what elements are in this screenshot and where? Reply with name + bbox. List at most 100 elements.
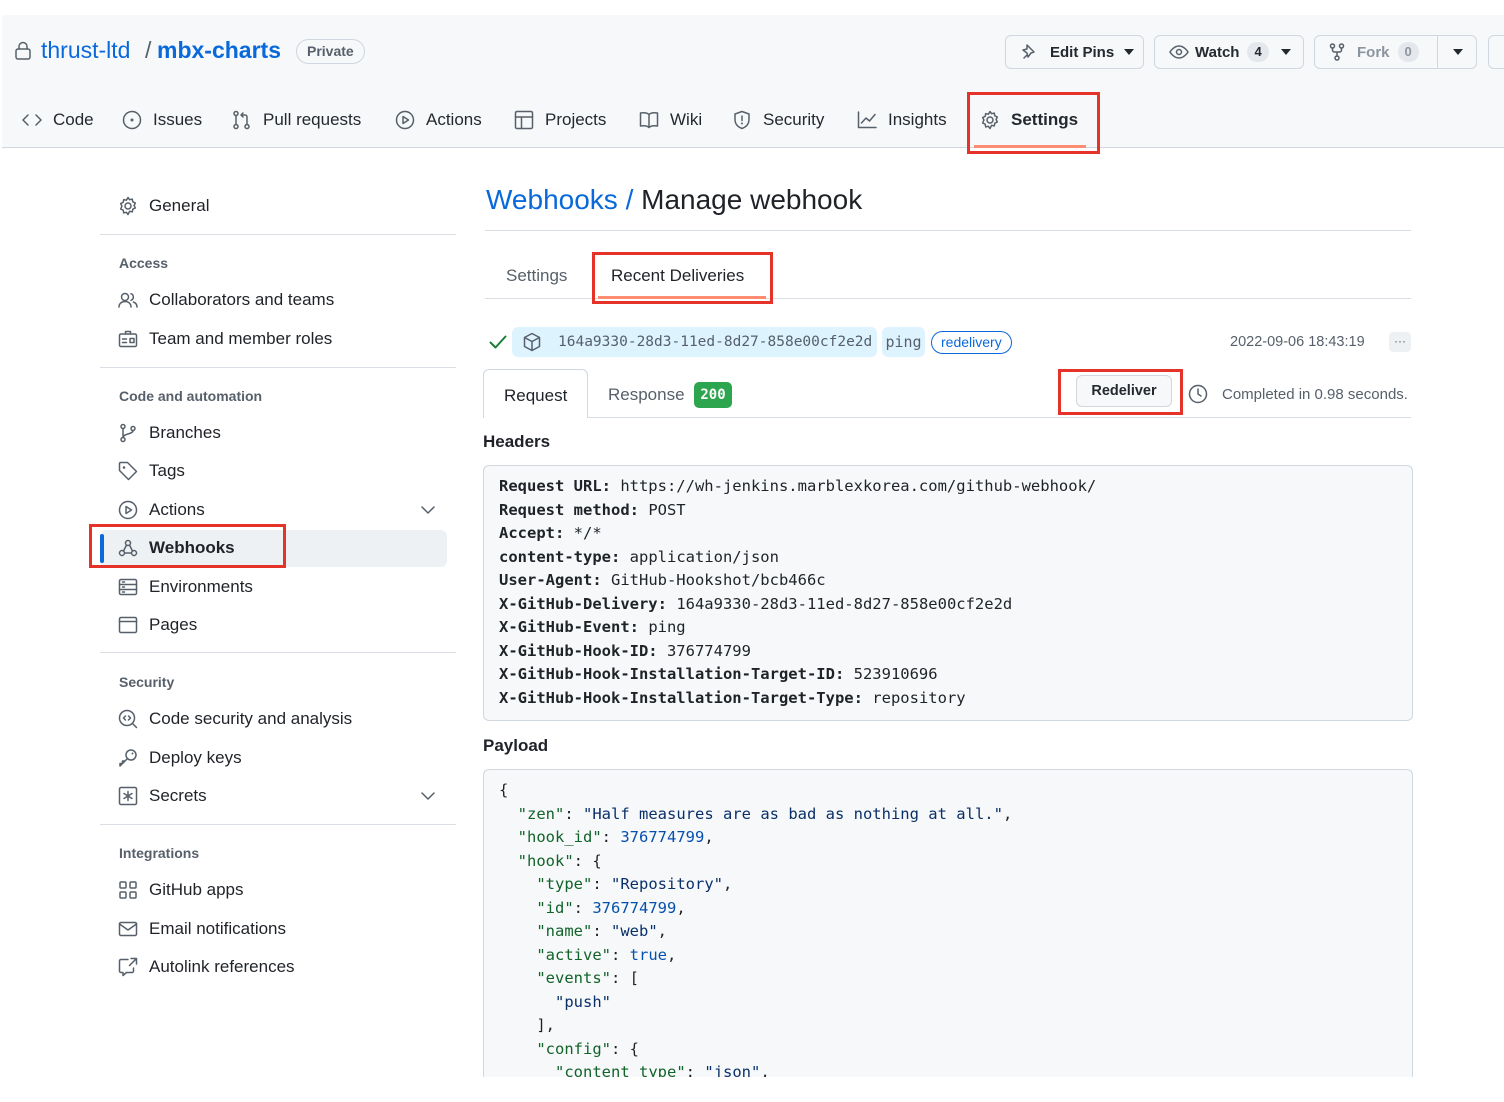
sidebar-item-label: Webhooks — [149, 538, 235, 557]
pin-icon — [1020, 43, 1040, 61]
repo-owner-link[interactable]: thrust-ltd — [41, 37, 130, 64]
sidebar-item-label: Branches — [149, 423, 221, 442]
payload-line: "config": { — [536, 1039, 639, 1058]
tab-label: Projects — [545, 110, 607, 129]
sidebar-item-webhooks[interactable]: Webhooks — [118, 533, 235, 563]
header-value: POST — [638, 500, 686, 519]
tab-label: Pull requests — [263, 110, 362, 129]
request-tab[interactable]: Request — [483, 369, 588, 418]
fork-dropdown[interactable] — [1437, 35, 1477, 69]
sidebar-item-tags[interactable]: Tags — [118, 456, 185, 486]
payload-line: "name": "web", — [536, 922, 668, 940]
tab-actions[interactable]: Actions — [395, 104, 482, 136]
repo-name-link[interactable]: mbx-charts — [157, 37, 281, 64]
headers-block: Request URL: https://wh-jenkins.marblexk… — [483, 465, 1413, 721]
chevron-down-icon[interactable] — [421, 792, 446, 800]
sidebar-item-autolink-references[interactable]: Autolink references — [118, 952, 295, 982]
payload-line: "hook_id": 376774799, — [517, 828, 714, 846]
tab-label: Wiki — [670, 110, 703, 129]
star-button-partial[interactable] — [1488, 35, 1504, 69]
more-options-button[interactable]: ··· — [1389, 332, 1411, 352]
response-tab[interactable]: Response — [608, 385, 685, 405]
header-line: Request URL: https://wh-jenkins.marblexk… — [499, 477, 1412, 501]
tab-projects[interactable]: Projects — [514, 104, 606, 136]
tab-wiki[interactable]: Wiki — [639, 104, 702, 136]
subtab-settings[interactable]: Settings — [506, 266, 567, 286]
tag-icon — [118, 461, 149, 481]
payload-line: "push" — [555, 992, 611, 1011]
header-key: Request method: — [499, 500, 639, 519]
header-key: X-GitHub-Hook-Installation-Target-ID: — [499, 665, 845, 683]
breadcrumb-webhooks-link[interactable]: Webhooks — [486, 184, 618, 215]
issue-icon — [122, 110, 153, 130]
payload-line: "content_type": "json", — [555, 1063, 770, 1077]
sidebar-item-branches[interactable]: Branches — [118, 418, 221, 448]
header-key: User-Agent: — [499, 571, 602, 589]
header-key: Accept: — [499, 524, 565, 542]
header-value: GitHub-Hookshot/bcb466c — [601, 571, 826, 589]
gear-icon — [980, 110, 1011, 130]
package-icon — [522, 332, 542, 352]
chevron-down-icon[interactable] — [421, 506, 446, 514]
response-status-badge: 200 — [694, 382, 732, 408]
sidebar-item-email-notifications[interactable]: Email notifications — [118, 914, 286, 944]
tab-issues[interactable]: Issues — [122, 104, 202, 136]
check-icon — [489, 335, 507, 349]
watch-label: Watch — [1195, 43, 1240, 61]
sidebar-item-environments[interactable]: Environments — [118, 572, 253, 602]
fork-button[interactable]: Fork 0 — [1314, 35, 1477, 69]
header-value: application/json — [620, 547, 779, 566]
request-tabs-divider — [483, 417, 1411, 418]
watch-count: 4 — [1247, 42, 1269, 62]
header-line: X-GitHub-Event: ping — [499, 618, 1412, 642]
tab-security[interactable]: Security — [732, 104, 824, 136]
sidebar-divider — [100, 234, 456, 235]
sidebar-item-label: GitHub apps — [149, 880, 244, 899]
sidebar-item-label: Actions — [149, 500, 205, 519]
subtab-recent-deliveries[interactable]: Recent Deliveries — [611, 266, 744, 286]
title-divider — [485, 230, 1411, 231]
sidebar-item-label: Deploy keys — [149, 748, 242, 767]
sidebar-item-secrets[interactable]: Secrets — [118, 781, 448, 811]
delivery-timestamp: 2022-09-06 18:43:19 — [1230, 334, 1365, 350]
sidebar-item-general[interactable]: General — [118, 191, 209, 221]
sidebar-item-team-roles[interactable]: Team and member roles — [118, 324, 332, 354]
delivery-guid: 164a9330-28d3-11ed-8d27-858e00cf2e2d — [558, 334, 873, 350]
sidebar-item-label: Tags — [149, 461, 185, 480]
header-key: Request URL: — [499, 477, 611, 495]
play-icon — [395, 110, 426, 130]
tab-insights[interactable]: Insights — [857, 104, 947, 136]
header-value: https://wh-jenkins.marblexkorea.com/gith… — [610, 477, 1097, 495]
gear-icon — [118, 196, 149, 216]
sidebar-item-deploy-keys[interactable]: Deploy keys — [118, 743, 242, 773]
redeliver-button[interactable]: Redeliver — [1076, 375, 1172, 407]
sidebar-item-label: Secrets — [149, 786, 207, 805]
page-title-text: Manage webhook — [641, 184, 863, 215]
sidebar-item-actions[interactable]: Actions — [118, 495, 448, 525]
section-heading-access: Access — [119, 255, 169, 271]
header-value: 523910696 — [844, 665, 938, 683]
sidebar-divider — [100, 652, 456, 653]
edit-pins-label: Edit Pins — [1050, 43, 1115, 61]
tab-settings[interactable]: Settings — [980, 104, 1078, 136]
active-item-indicator — [100, 534, 104, 563]
cross-reference-icon — [118, 957, 149, 977]
tab-code[interactable]: Code — [22, 104, 94, 136]
header-line: X-GitHub-Hook-Installation-Target-Type: … — [499, 689, 1412, 713]
watch-button[interactable]: Watch 4 — [1154, 35, 1304, 69]
page-title: Webhooks / Manage webhook — [486, 184, 862, 216]
tab-label: Insights — [888, 110, 947, 129]
sidebar-item-pages[interactable]: Pages — [118, 610, 197, 640]
lock-icon — [14, 41, 32, 61]
payload-line: ], — [499, 1016, 555, 1034]
header-line: X-GitHub-Delivery: 164a9330-28d3-11ed-8d… — [499, 595, 1412, 619]
fork-label: Fork — [1357, 43, 1390, 61]
sidebar-divider — [100, 824, 456, 825]
delivery-guid-chip[interactable]: 164a9330-28d3-11ed-8d27-858e00cf2e2d — [512, 327, 877, 357]
tab-pull-requests[interactable]: Pull requests — [232, 104, 361, 136]
sidebar-item-collaborators[interactable]: Collaborators and teams — [118, 285, 334, 315]
sidebar-item-github-apps[interactable]: GitHub apps — [118, 875, 244, 905]
sidebar-item-code-security[interactable]: Code security and analysis — [118, 704, 352, 734]
edit-pins-button[interactable]: Edit Pins — [1005, 35, 1144, 69]
clock-icon — [1188, 384, 1208, 404]
